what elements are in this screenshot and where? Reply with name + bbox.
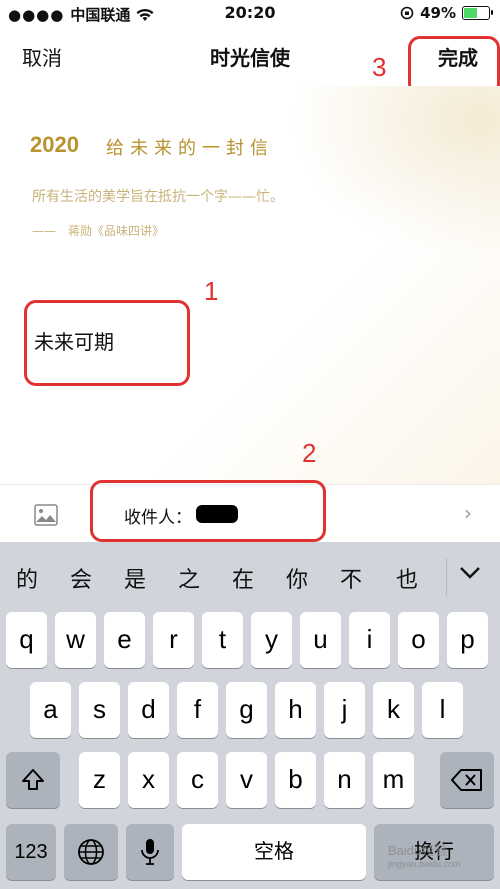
suggestion-item[interactable]: 在 — [232, 562, 254, 594]
key-a[interactable]: a — [30, 682, 71, 738]
battery-icon — [462, 6, 493, 20]
image-icon[interactable] — [34, 504, 58, 526]
suggestion-divider — [446, 558, 447, 596]
letter-year: 2020 — [30, 132, 79, 157]
annotation-box-body — [24, 300, 190, 386]
key-t[interactable]: t — [202, 612, 243, 668]
annotation-number-1: 1 — [204, 276, 219, 306]
decorative-swirl — [290, 86, 500, 256]
key-p[interactable]: p — [447, 612, 488, 668]
numbers-key[interactable]: 123 — [6, 824, 56, 880]
key-o[interactable]: o — [398, 612, 439, 668]
rotation-lock-icon — [400, 6, 414, 20]
key-y[interactable]: y — [251, 612, 292, 668]
key-v[interactable]: v — [226, 752, 267, 808]
key-r[interactable]: r — [153, 612, 194, 668]
globe-icon — [78, 839, 104, 865]
annotation-box-recipient — [90, 480, 326, 542]
key-x[interactable]: x — [128, 752, 169, 808]
key-j[interactable]: j — [324, 682, 365, 738]
key-g[interactable]: g — [226, 682, 267, 738]
letter-quote: 所有生活的美学旨在抵抗一个字——忙。 — [32, 189, 284, 205]
suggestion-item[interactable]: 你 — [286, 562, 308, 594]
key-w[interactable]: w — [55, 612, 96, 668]
microphone-key[interactable] — [126, 824, 174, 880]
key-z[interactable]: z — [79, 752, 120, 808]
annotation-number-2: 2 — [302, 438, 317, 468]
key-i[interactable]: i — [349, 612, 390, 668]
space-key[interactable]: 空格 — [182, 824, 366, 880]
suggestion-item[interactable]: 会 — [70, 562, 92, 594]
key-d[interactable]: d — [128, 682, 169, 738]
annotation-number-3: 3 — [372, 52, 387, 82]
key-c[interactable]: c — [177, 752, 218, 808]
suggestion-item[interactable]: 也 — [396, 562, 418, 594]
key-s[interactable]: s — [79, 682, 120, 738]
globe-key[interactable] — [64, 824, 118, 880]
keyboard: 的 会 是 之 在 你 不 也 q w e r t y u i o p a s … — [0, 542, 500, 889]
key-q[interactable]: q — [6, 612, 47, 668]
baidu-watermark: Baidu经验 jingyan.baidu.com — [388, 843, 461, 869]
key-f[interactable]: f — [177, 682, 218, 738]
chevron-down-icon[interactable] — [458, 560, 482, 584]
letter-area[interactable]: 2020 给未来的一封信 所有生活的美学旨在抵抗一个字——忙。 —— 蒋勋《品味… — [0, 86, 500, 484]
shift-icon — [22, 769, 44, 790]
delete-key[interactable] — [440, 752, 494, 808]
shift-key[interactable] — [6, 752, 60, 808]
suggestion-bar: 的 会 是 之 在 你 不 也 — [0, 542, 500, 612]
key-e[interactable]: e — [104, 612, 145, 668]
letter-quote-author: —— 蒋勋《品味四讲》 — [32, 224, 165, 238]
cancel-button[interactable]: 取消 — [22, 42, 62, 71]
key-h[interactable]: h — [275, 682, 316, 738]
microphone-icon — [141, 839, 159, 865]
key-k[interactable]: k — [373, 682, 414, 738]
backspace-icon — [451, 769, 482, 791]
suggestion-item[interactable]: 的 — [16, 562, 38, 594]
letter-heading: 给未来的一封信 — [106, 138, 274, 159]
suggestion-item[interactable]: 之 — [178, 562, 200, 594]
battery-percent: 49% — [420, 4, 456, 22]
key-l[interactable]: l — [422, 682, 463, 738]
suggestion-item[interactable]: 不 — [340, 562, 362, 594]
suggestion-item[interactable]: 是 — [124, 562, 146, 594]
key-b[interactable]: b — [275, 752, 316, 808]
status-bar: ●●●● 中国联通 20:20 49% — [0, 0, 500, 28]
chevron-right-icon[interactable]: › — [464, 501, 472, 525]
key-u[interactable]: u — [300, 612, 341, 668]
key-n[interactable]: n — [324, 752, 365, 808]
key-m[interactable]: m — [373, 752, 414, 808]
